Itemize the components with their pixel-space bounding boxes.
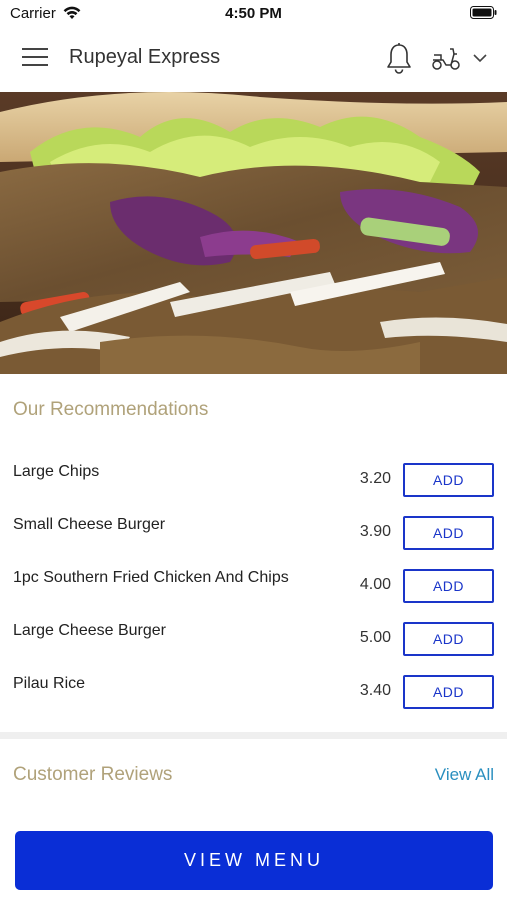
menu-icon-line — [22, 64, 48, 66]
add-button[interactable]: ADD — [403, 622, 494, 656]
item-name: 1pc Southern Fried Chicken And Chips — [13, 569, 289, 586]
add-button[interactable]: ADD — [403, 569, 494, 603]
item-name: Small Cheese Burger — [13, 516, 166, 533]
app-title: Rupeyal Express — [69, 46, 221, 68]
app-header: Rupeyal Express — [0, 28, 507, 92]
list-item: Small Cheese Burger 3.90 ADD — [0, 507, 507, 560]
add-button[interactable]: ADD — [403, 516, 494, 550]
clock: 4:50 PM — [225, 5, 282, 22]
recommendations-section: Our Recommendations Large Chips 3.20 ADD… — [0, 374, 507, 732]
item-price: 4.00 — [359, 576, 391, 593]
chevron-down-icon[interactable] — [472, 50, 488, 66]
item-name: Pilau Rice — [13, 675, 86, 692]
doner-kebab-photo — [0, 92, 507, 374]
bell-icon[interactable] — [384, 42, 414, 76]
list-item: Large Cheese Burger 5.00 ADD — [0, 613, 507, 666]
reviews-section: Customer Reviews View All — [0, 739, 507, 809]
recommendations-list: Large Chips 3.20 ADD Small Cheese Burger… — [0, 454, 507, 719]
section-divider — [0, 732, 507, 739]
hero-image — [0, 92, 507, 374]
item-price: 3.90 — [359, 523, 391, 540]
status-bar: Carrier 4:50 PM — [0, 0, 507, 28]
list-item: Large Chips 3.20 ADD — [0, 454, 507, 507]
view-all-link[interactable]: View All — [435, 765, 494, 785]
item-price: 3.40 — [359, 682, 391, 699]
item-name: Large Chips — [13, 463, 100, 480]
add-button[interactable]: ADD — [403, 675, 494, 709]
menu-icon-line — [22, 56, 48, 58]
item-price: 3.20 — [359, 470, 391, 487]
recommendations-title: Our Recommendations — [13, 399, 209, 420]
item-name: Large Cheese Burger — [13, 622, 166, 639]
view-menu-button[interactable]: VIEW MENU — [15, 831, 493, 890]
list-item: 1pc Southern Fried Chicken And Chips 4.0… — [0, 560, 507, 613]
list-item: Pilau Rice 3.40 ADD — [0, 666, 507, 719]
item-price: 5.00 — [359, 629, 391, 646]
scooter-icon[interactable] — [430, 46, 462, 72]
reviews-title: Customer Reviews — [13, 764, 173, 785]
battery-icon — [470, 6, 497, 19]
menu-button[interactable] — [22, 48, 48, 70]
menu-icon-line — [22, 48, 48, 50]
add-button[interactable]: ADD — [403, 463, 494, 497]
